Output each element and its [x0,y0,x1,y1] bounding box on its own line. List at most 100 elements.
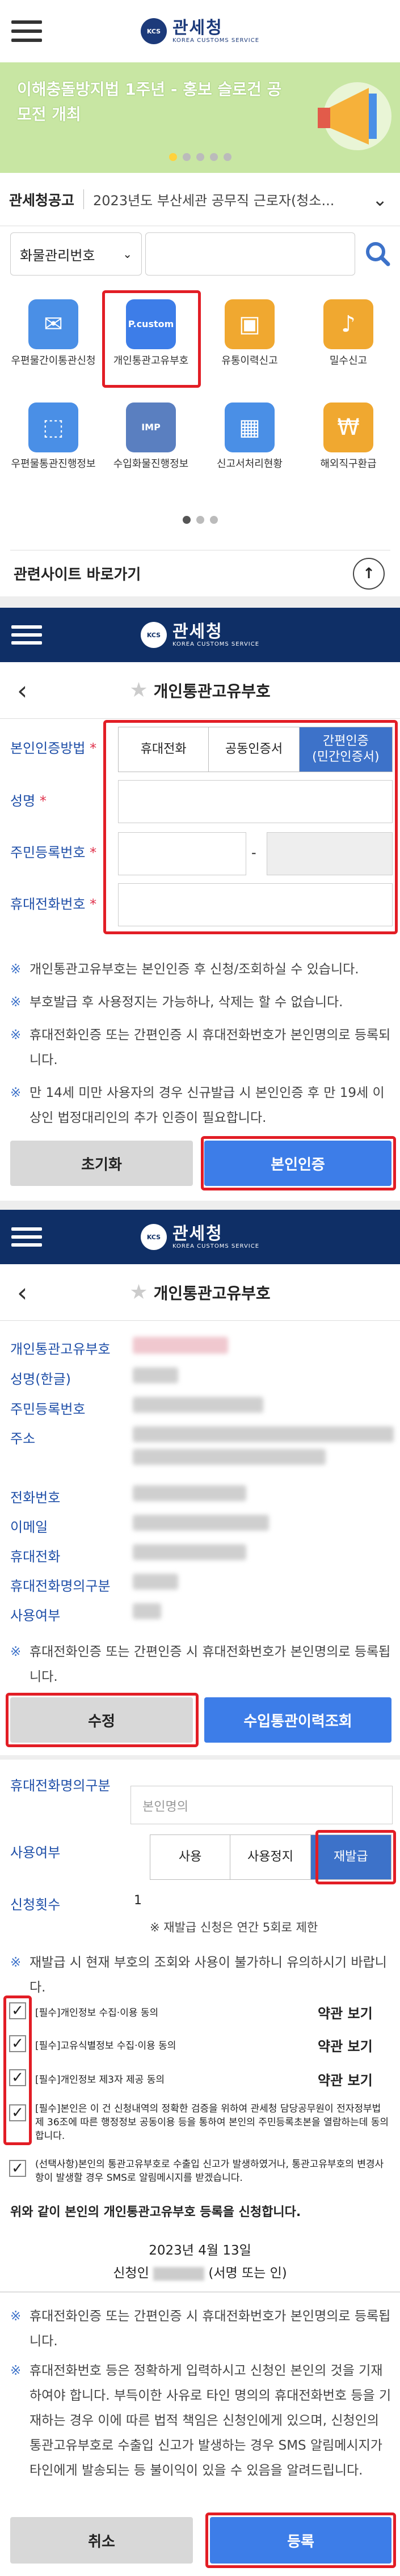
name-input[interactable] [118,780,393,823]
terms-view-link[interactable]: 약관 보기 [318,2035,373,2055]
chevron-down-icon: ⌄ [123,247,132,261]
search-icon[interactable] [361,234,395,274]
back-icon[interactable]: ‹ [17,1277,27,1308]
rrn-back-input[interactable] [267,832,393,875]
tab-reissue[interactable]: 재발급 [310,1835,391,1879]
kcs-logo[interactable]: KCS 관세청 KOREA CUSTOMS SERVICE [140,1223,260,1250]
note-text: 휴대전화인증 또는 간편인증 시 휴대전화번호가 본인명의로 등록되니다. [10,1023,394,1073]
menu-tile[interactable]: ✉ 우편물간이통관신청 [7,299,100,368]
menu-tile-label: 유통이력신고 [221,355,278,367]
count-label: 신청횟수 [10,1897,61,1913]
notice-text[interactable]: 2023년도 부산세관 공무직 근로자(청소... [83,189,334,209]
owner-type-value: 본인명의 [142,1800,188,1814]
terms-view-link[interactable]: 약관 보기 [318,2069,373,2089]
info-label: 휴대전화명의구분 [10,1578,111,1594]
note-text: 만 14세 미만 사용자의 경우 신규발급 시 본인인증 후 만 19세 이상인… [10,1081,394,1130]
terms-view-link[interactable]: 약관 보기 [318,2002,373,2022]
kcs-logo[interactable]: KCS 관세청 KOREA CUSTOMS SERVICE [140,622,260,648]
redacted-value [133,1337,228,1354]
menu-tile[interactable]: ▣ 유통이력신고 [203,299,296,368]
status-label: 사용여부 [10,1845,61,1861]
agree-checkbox[interactable]: ✓ [9,2035,26,2052]
notice-bar[interactable]: 관세청공고 2023년도 부산세관 공무직 근로자(청소... ⌄ [0,173,400,226]
tab-suspend[interactable]: 사용정지 [230,1835,311,1879]
menu-tile[interactable]: ⬚ 우편물통관진행정보 [7,402,100,472]
mail-icon: ✉ [28,299,78,349]
menu-tile-label: 우편물간이통관신청 [11,355,96,367]
info-label: 주소 [10,1431,36,1447]
logo-subtext: KOREA CUSTOMS SERVICE [172,37,260,44]
page-title: 개인통관고유부호 [153,681,271,701]
cancel-button[interactable]: 취소 [10,2517,193,2564]
menu-tile-label: 밀수신고 [329,355,368,367]
promo-banner[interactable]: 이해충돌방지법 1주년 - 홍보 슬로건 공모전 개최 [0,62,400,173]
edit-button[interactable]: 수정 [10,1697,193,1743]
import-history-button[interactable]: 수입통관이력조회 [204,1697,391,1743]
name-label: 성명 * [10,793,47,809]
note-text: 휴대전화번호 등은 정확하게 입력하시고 신청인 본인의 것을 기재하여야 합니… [10,2358,394,2483]
note-text: 개인통관고유부호는 본인인증 후 신청/조회하실 수 있습니다. [10,957,394,982]
menu-tile[interactable]: ♪ 밀수신고 [302,299,395,368]
agree-checkbox[interactable]: ✓ [9,2104,26,2121]
redacted-value [133,1603,161,1619]
status-tabs: 사용 사용정지 재발급 [150,1834,391,1880]
agree-checkbox[interactable]: ✓ [9,2069,26,2086]
money-icon: ₩ [323,402,373,452]
logo-subtext: KOREA CUSTOMS SERVICE [172,1243,260,1249]
count-value: 1 [134,1893,142,1908]
redacted-value [133,1485,246,1501]
menu-icon[interactable] [11,625,42,645]
sub-header: KCS 관세청 KOREA CUSTOMS SERVICE [0,608,400,662]
redacted-value [133,1515,269,1531]
logo-subtext: KOREA CUSTOMS SERVICE [172,641,260,647]
info-label: 사용여부 [10,1608,61,1624]
agree-text: [필수]개인정보 수집·이용 동의 [35,2007,159,2019]
kcs-logo[interactable]: KCS 관세청 KOREA CUSTOMS SERVICE [140,18,260,44]
menu-icon[interactable] [11,20,42,42]
menu-tile-label: 신고서처리현황 [217,458,283,470]
menu-tile[interactable]: ₩ 해외직구환급 [302,402,395,472]
cert-method-tabs: 휴대전화 공동인증서 간편인증 (민간인증서) [118,727,393,772]
parcel-icon: ⬚ [28,402,78,452]
owner-type-field[interactable]: 본인명의 [130,1786,393,1824]
menu-tile-label: 수입화물진행정보 [113,458,189,470]
menu-pager[interactable] [0,516,400,524]
related-sites[interactable]: 관련사이트 바로가기 ↑ [10,550,390,596]
submit-button[interactable]: 등록 [210,2517,391,2564]
verify-button[interactable]: 본인인증 [204,1141,391,1186]
menu-tile[interactable]: IMP 수입화물진행정보 [104,402,197,472]
chevron-down-icon[interactable]: ⌄ [372,189,388,210]
imp-icon: IMP [126,402,176,452]
limit-note: ※ 재발급 신청은 연간 5회로 제한 [150,1921,318,1934]
main-header: KCS 관세청 KOREA CUSTOMS SERVICE [0,0,400,62]
back-icon[interactable]: ‹ [17,675,27,706]
tab-joint-cert[interactable]: 공동인증서 [209,727,300,772]
sms-consent-text: (선택사항)본인의 통관고유부호로 수출입 신고가 발생하였거나, 통관고유부호… [35,2159,384,2184]
rrn-front-input[interactable] [118,832,246,875]
search-type-select[interactable]: 화물관리번호 ⌄ [10,232,142,276]
agree-text: [필수]개인정보 제3자 제공 동의 [35,2074,165,2086]
scroll-top-icon[interactable]: ↑ [353,557,385,590]
star-icon[interactable]: ★ [129,679,148,702]
menu-icon[interactable] [11,1227,42,1247]
tab-simple-cert[interactable]: 간편인증 (민간인증서) [299,727,392,772]
search-input[interactable] [145,232,355,276]
redacted-value [133,1449,326,1465]
phone-input[interactable] [118,883,393,926]
logo-text: 관세청 [172,1223,223,1244]
sms-checkbox[interactable]: ✓ [9,2160,26,2177]
menu-tile[interactable]: ▦ 신고서처리현황 [203,402,296,472]
star-icon[interactable]: ★ [129,1281,148,1304]
owner-type-label: 휴대전화명의구분 [10,1778,111,1794]
agree-checkbox[interactable]: ✓ [9,2002,26,2019]
menu-tile[interactable]: P.custom 개인통관고유부호 [104,299,197,368]
tab-use[interactable]: 사용 [150,1835,231,1879]
section-divider [0,1201,400,1210]
reset-button[interactable]: 초기화 [10,1141,193,1186]
tab-phone[interactable]: 휴대전화 [119,727,209,772]
signer-line: 신청인 (서명 또는 인) [113,2266,287,2281]
title-bar: ‹ ★ 개인통관고유부호 [0,662,400,719]
cert-method-label: 본인인증방법 * [10,740,97,756]
banner-pager[interactable] [0,153,400,161]
sub-header: KCS 관세청 KOREA CUSTOMS SERVICE [0,1210,400,1264]
